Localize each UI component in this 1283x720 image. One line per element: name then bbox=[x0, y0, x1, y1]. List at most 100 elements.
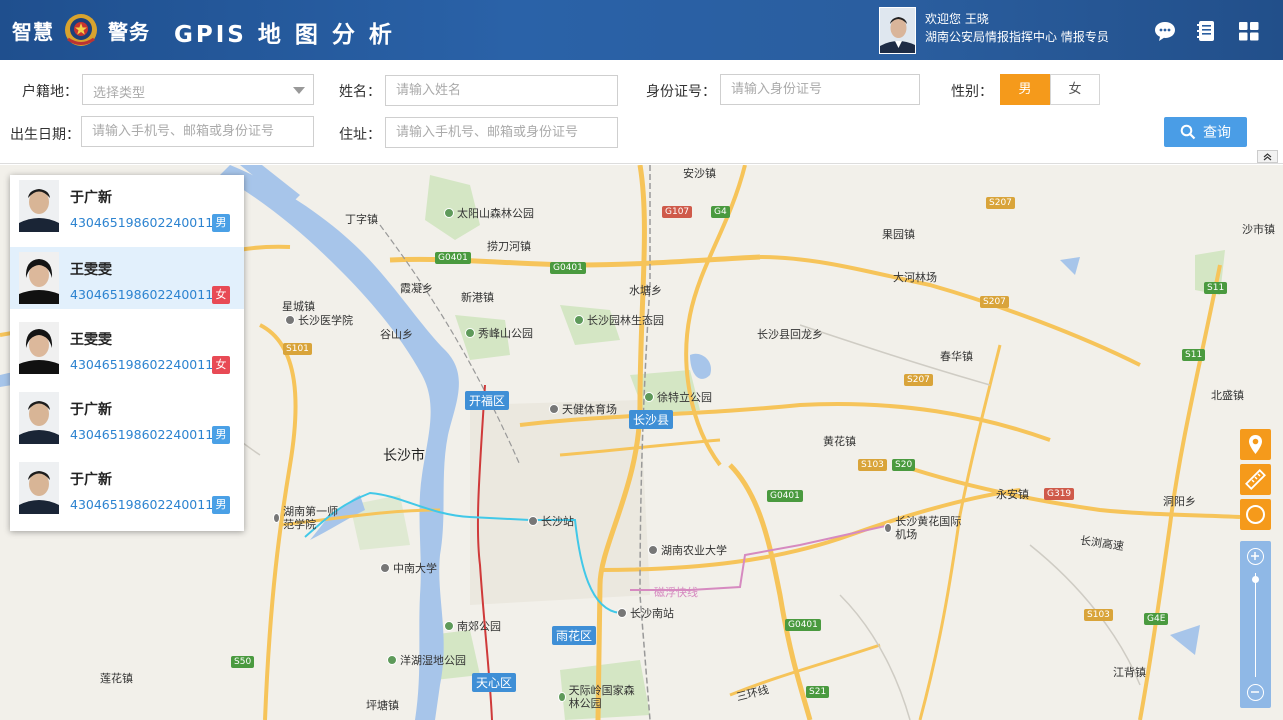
welcome-text: 欢迎您 王晓 bbox=[925, 12, 989, 26]
road-shield: S207 bbox=[986, 197, 1015, 209]
birth-date-input[interactable] bbox=[81, 116, 314, 147]
list-item[interactable]: 于广新 430465198602240011 男 bbox=[10, 175, 244, 237]
map-poi: 长沙黄花国际机场 bbox=[884, 515, 964, 541]
road-shield: G0401 bbox=[767, 490, 803, 502]
search-button[interactable]: 查询 bbox=[1164, 117, 1247, 147]
address-input[interactable] bbox=[385, 117, 618, 148]
hukou-select-value: 选择类型 bbox=[93, 86, 146, 101]
gender-badge: 男 bbox=[212, 426, 230, 444]
road-shield: S101 bbox=[283, 343, 312, 355]
map-poi: 秀峰山公园 bbox=[465, 325, 533, 341]
list-item[interactable]: 于广新 430465198602240011 男 bbox=[10, 387, 244, 449]
brand: 智慧 警务 bbox=[12, 0, 150, 60]
map-label: 沙市镇 bbox=[1242, 223, 1275, 236]
notebook-icon[interactable] bbox=[1195, 20, 1217, 42]
zoom-control bbox=[1240, 541, 1271, 708]
gender-female-button[interactable]: 女 bbox=[1050, 74, 1100, 105]
road-shield: G0401 bbox=[785, 619, 821, 631]
road-shield: S11 bbox=[1182, 349, 1206, 361]
park-icon bbox=[465, 328, 475, 338]
ruler-icon bbox=[1245, 469, 1266, 490]
map-poi: 长沙站 bbox=[528, 513, 574, 529]
name-input[interactable] bbox=[385, 75, 618, 106]
park-icon bbox=[574, 315, 584, 325]
road-shield: S207 bbox=[904, 374, 933, 386]
road-shield: S50 bbox=[231, 656, 255, 668]
map-label: 丁字镇 bbox=[345, 213, 378, 226]
gender-badge: 男 bbox=[212, 496, 230, 514]
map-label: 坪塘镇 bbox=[366, 699, 399, 712]
map-label: 洞阳乡 bbox=[1163, 495, 1196, 508]
user-profile[interactable]: 欢迎您 王晓 湖南公安局情报指挥中心 情报专员 bbox=[879, 7, 1109, 54]
road-shield: G0401 bbox=[550, 262, 586, 274]
person-name: 于广新 bbox=[70, 472, 112, 488]
map-label: 捞刀河镇 bbox=[487, 240, 531, 253]
person-photo bbox=[19, 322, 59, 374]
zoom-slider-track[interactable] bbox=[1255, 573, 1256, 677]
road-shield: G319 bbox=[1044, 488, 1075, 500]
circle-select-button[interactable] bbox=[1240, 499, 1271, 530]
list-item-selected[interactable]: 王雯雯 430465198602240011 女 bbox=[10, 247, 244, 309]
map-poi: 徐特立公园 bbox=[644, 389, 712, 405]
map-label: 江背镇 bbox=[1113, 666, 1146, 679]
school-icon bbox=[273, 513, 281, 523]
gender-label: 性别： bbox=[951, 84, 993, 100]
map-poi: 长沙园林生态园 bbox=[574, 312, 664, 328]
result-list: 于广新 430465198602240011 男 王雯雯 43046519860… bbox=[10, 175, 244, 531]
id-number-input[interactable] bbox=[720, 74, 920, 105]
person-id[interactable]: 430465198602240011 bbox=[70, 497, 213, 512]
person-id[interactable]: 430465198602240011 bbox=[70, 215, 213, 230]
map-label: 黄花镇 bbox=[823, 435, 856, 448]
train-station-icon bbox=[528, 516, 538, 526]
city-label: 长沙市 bbox=[383, 448, 425, 464]
collapse-panel-button[interactable] bbox=[1257, 150, 1278, 163]
map-label: 北盛镇 bbox=[1211, 389, 1244, 402]
map-poi: 中南大学 bbox=[380, 560, 437, 576]
hukou-select[interactable]: 选择类型 bbox=[82, 74, 314, 105]
address-label: 住址： bbox=[339, 127, 381, 143]
map-label: 水塘乡 bbox=[629, 284, 662, 297]
person-id[interactable]: 430465198602240011 bbox=[70, 357, 213, 372]
circle-select-icon bbox=[1246, 505, 1265, 524]
list-item[interactable]: 于广新 430465198602240011 男 bbox=[10, 457, 244, 519]
grid-apps-icon[interactable] bbox=[1238, 20, 1260, 42]
person-photo bbox=[19, 462, 59, 514]
district-label: 开福区 bbox=[465, 391, 510, 410]
person-id[interactable]: 430465198602240011 bbox=[70, 287, 213, 302]
chat-icon[interactable] bbox=[1154, 20, 1176, 42]
map-label: 莲花镇 bbox=[100, 672, 133, 685]
app-header: 智慧 警务 GPIS 地 图 分 析 欢迎您 王晓 湖南公安局情报指挥中心 情报… bbox=[0, 0, 1283, 60]
map-label: 霞凝乡 bbox=[400, 282, 433, 295]
police-emblem-icon bbox=[64, 12, 98, 48]
map-label: 春华镇 bbox=[940, 350, 973, 363]
map-label: 长沙县回龙乡 bbox=[757, 328, 823, 341]
brand-text-right: 警务 bbox=[108, 19, 150, 44]
road-shield: G4E bbox=[1144, 613, 1169, 625]
double-chevron-up-icon bbox=[1263, 153, 1272, 161]
map-poi: 湖南第一师范学院 bbox=[273, 505, 339, 531]
list-item[interactable]: 王雯雯 430465198602240011 女 bbox=[10, 317, 244, 379]
page-title: GPIS 地 图 分 析 bbox=[174, 22, 395, 48]
zoom-out-icon[interactable] bbox=[1247, 684, 1264, 701]
airport-icon bbox=[884, 523, 893, 533]
search-icon bbox=[1180, 124, 1196, 140]
location-pin-button[interactable] bbox=[1240, 429, 1271, 460]
map-label: 新港镇 bbox=[461, 291, 494, 304]
park-icon bbox=[558, 692, 566, 702]
gender-male-button[interactable]: 男 bbox=[1000, 74, 1050, 105]
park-icon bbox=[444, 621, 454, 631]
zoom-slider-handle[interactable] bbox=[1252, 576, 1259, 583]
person-id[interactable]: 430465198602240011 bbox=[70, 427, 213, 442]
ruler-button[interactable] bbox=[1240, 464, 1271, 495]
map-poi: 洋湖湿地公园 bbox=[387, 652, 466, 668]
train-station-icon bbox=[617, 608, 627, 618]
road-shield: S103 bbox=[1084, 609, 1113, 621]
road-shield: S21 bbox=[806, 686, 830, 698]
map-label: 安沙镇 bbox=[683, 167, 716, 180]
road-shield: S11 bbox=[1204, 282, 1228, 294]
park-icon bbox=[644, 392, 654, 402]
school-icon bbox=[648, 545, 658, 555]
zoom-in-icon[interactable] bbox=[1247, 548, 1264, 565]
map-label: 谷山乡 bbox=[380, 328, 413, 341]
org-text: 湖南公安局情报指挥中心 情报专员 bbox=[925, 30, 1109, 44]
